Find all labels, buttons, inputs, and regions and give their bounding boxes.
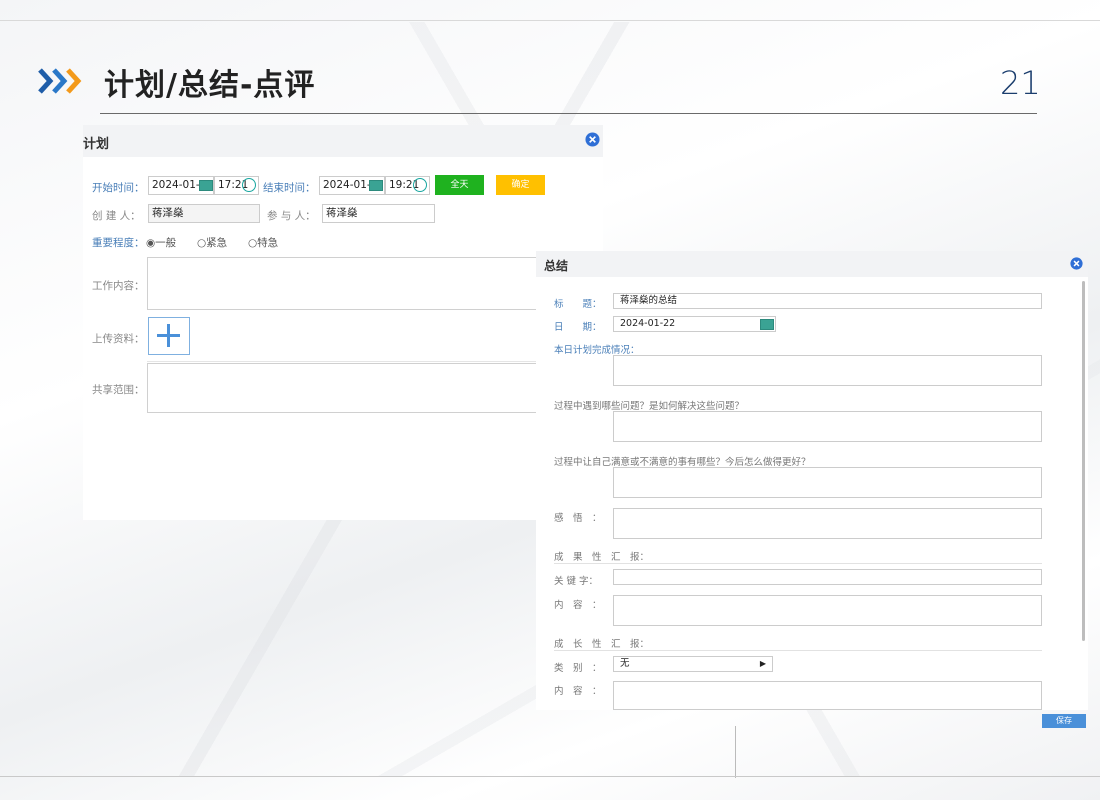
radio-label: 一般 (155, 237, 177, 249)
save-button[interactable]: 保存 (1042, 714, 1086, 728)
bottom-divider (0, 776, 1100, 777)
problems-textarea[interactable] (613, 411, 1042, 442)
vertical-divider (735, 726, 736, 778)
result-report-label: 成 果 性 汇 报： (554, 552, 650, 563)
upload-label: 上传资料： (92, 333, 145, 345)
page-number: 21 (1000, 64, 1041, 102)
growth-content-textarea[interactable] (613, 681, 1042, 710)
summary-dialog: 总结 标 题： 蒋泽燊的总结 日 期： 2024-01-22 本日计划完成情况：… (536, 251, 1088, 710)
confirm-button[interactable]: 确定 (496, 175, 545, 195)
satisfaction-label: 过程中让自己满意或不满意的事有哪些？今后怎么做得更好？ (554, 457, 811, 468)
creator-label: 创 建 人： (92, 210, 141, 222)
today-plan-label: 本日计划完成情况： (554, 345, 640, 356)
start-time-label: 开始时间： (92, 182, 145, 194)
summary-dialog-title: 总结 (544, 259, 569, 273)
close-icon[interactable] (585, 132, 600, 147)
keyword-label: 关 键 字： (554, 576, 599, 587)
keyword-input[interactable] (613, 569, 1042, 585)
radio-icon: ○ (248, 237, 258, 249)
satisfaction-textarea[interactable] (613, 467, 1042, 498)
chevrons-icon (38, 68, 82, 94)
participant-label: 参 与 人： (267, 210, 316, 222)
summary-date-input[interactable]: 2024-01-22 (613, 316, 776, 332)
radio-icon: ○ (197, 237, 207, 249)
work-content-label: 工作内容： (92, 280, 145, 292)
divider (554, 650, 1042, 651)
importance-label: 重要程度： (92, 237, 145, 249)
plan-dialog-title: 计划 (83, 137, 110, 152)
scrollbar[interactable] (1082, 281, 1085, 641)
page-title: 计划/总结-点评 (104, 68, 316, 103)
importance-radio-critical[interactable]: ○特急 (248, 235, 278, 250)
caret-right-icon: ▶ (759, 659, 766, 668)
participant-input[interactable]: 蒋泽燊 (322, 204, 435, 223)
header-divider (100, 113, 1037, 114)
radio-label: 紧急 (206, 237, 228, 249)
clock-icon[interactable] (413, 178, 427, 192)
divider (147, 361, 603, 362)
radio-icon: ◉ (146, 237, 156, 249)
result-content-label: 内 容 ： (554, 600, 602, 611)
date-label: 日 期： (554, 322, 602, 333)
insight-label: 感 悟 ： (554, 513, 602, 524)
share-scope-field[interactable] (147, 363, 603, 413)
problems-label: 过程中遇到哪些问题？是如何解决这些问题？ (554, 401, 745, 412)
share-scope-label: 共享范围： (92, 384, 145, 396)
summary-dialog-header (536, 251, 1088, 277)
title-label: 标 题： (554, 299, 602, 310)
calendar-icon[interactable] (369, 180, 383, 191)
summary-title-input[interactable]: 蒋泽燊的总结 (613, 293, 1042, 309)
insight-textarea[interactable] (613, 508, 1042, 539)
plan-dialog-header (83, 125, 603, 157)
importance-radio-urgent[interactable]: ○紧急 (197, 235, 227, 250)
plan-dialog: 计划 开始时间： 2024-01-22 17:21 结束时间： 2024-01-… (83, 125, 603, 520)
growth-content-label: 内 容 ： (554, 686, 602, 697)
calendar-icon[interactable] (199, 180, 213, 191)
divider (554, 563, 1042, 564)
result-content-textarea[interactable] (613, 595, 1042, 626)
creator-field: 蒋泽燊 (148, 204, 260, 223)
upload-button[interactable] (148, 317, 190, 355)
category-select[interactable]: 无 ▶ (613, 656, 773, 672)
clock-icon[interactable] (242, 178, 256, 192)
allday-button[interactable]: 全天 (435, 175, 484, 195)
work-content-textarea[interactable] (147, 257, 603, 310)
radio-label: 特急 (257, 237, 279, 249)
growth-report-label: 成 长 性 汇 报： (554, 639, 650, 650)
end-time-label: 结束时间： (263, 182, 316, 194)
today-plan-textarea[interactable] (613, 355, 1042, 386)
category-value: 无 (620, 658, 630, 669)
calendar-icon[interactable] (760, 319, 774, 330)
importance-radio-normal[interactable]: ◉一般 (146, 235, 176, 250)
category-label: 类 别 ： (554, 663, 602, 674)
top-divider (0, 20, 1100, 21)
close-icon[interactable] (1070, 257, 1083, 270)
plus-icon (157, 324, 180, 347)
